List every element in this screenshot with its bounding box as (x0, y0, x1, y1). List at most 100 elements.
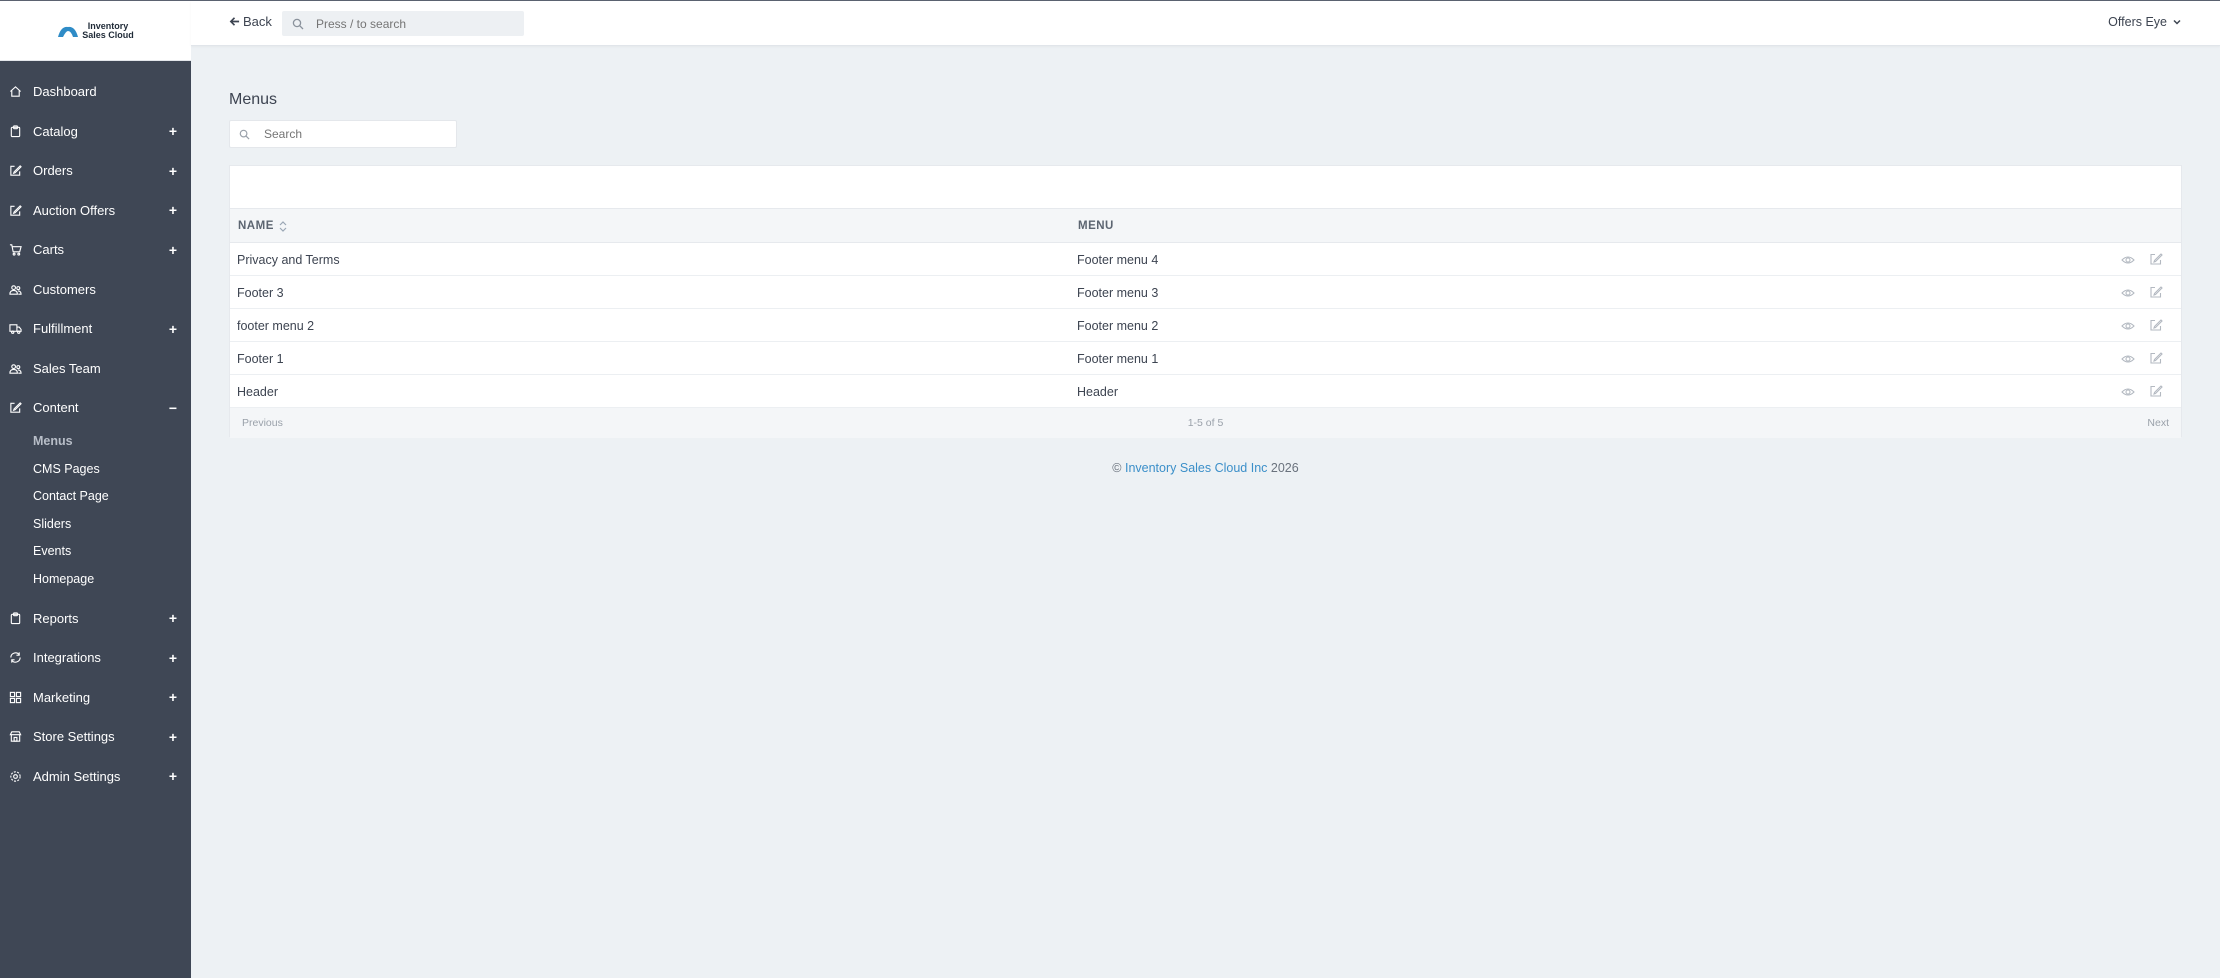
search-icon (239, 129, 250, 140)
sidebar-item-reports[interactable]: Reports + (0, 599, 191, 639)
edit-icon[interactable] (2149, 351, 2163, 365)
sidebar-item-customers[interactable]: Customers (0, 270, 191, 310)
clipboard-icon (8, 611, 22, 625)
sidebar-subitem-menus[interactable]: Menus (0, 428, 191, 456)
pagination: Previous 1-5 of 5 Next (230, 408, 2181, 438)
view-icon[interactable] (2121, 253, 2135, 267)
expand-icon[interactable]: + (169, 689, 177, 705)
sidebar-subitem-events[interactable]: Events (0, 538, 191, 566)
sidebar-subitem-sliders[interactable]: Sliders (0, 510, 191, 538)
table-header: NAME MENU (230, 208, 2181, 243)
sidebar-item-label: Orders (33, 163, 73, 179)
sidebar-item-carts[interactable]: Carts + (0, 230, 191, 270)
sidebar-item-admin-settings[interactable]: Admin Settings + (0, 757, 191, 797)
expand-icon[interactable]: + (169, 729, 177, 745)
column-header-menu: MENU (1078, 220, 1114, 232)
logo-area[interactable]: Inventory Sales Cloud (0, 1, 191, 61)
sidebar-item-label: Catalog (33, 123, 78, 139)
expand-icon[interactable]: + (169, 768, 177, 784)
arrow-left-icon (229, 17, 240, 26)
next-button[interactable]: Next (2147, 417, 2169, 429)
expand-icon[interactable]: + (169, 321, 177, 337)
store-icon (8, 730, 22, 744)
company-link[interactable]: Inventory Sales Cloud Inc (1125, 461, 1267, 475)
sidebar-item-label: Fulfillment (33, 321, 93, 337)
table-row: footer menu 2 Footer menu 2 (230, 309, 2181, 342)
edit-icon[interactable] (2149, 285, 2163, 299)
clipboard-icon (8, 124, 22, 138)
collapse-icon[interactable]: − (169, 400, 177, 416)
sidebar-item-label: Store Settings (33, 729, 115, 745)
sidebar: Inventory Sales Cloud Dashboard Catalog … (0, 1, 191, 978)
expand-icon[interactable]: + (169, 242, 177, 258)
sidebar-item-dashboard[interactable]: Dashboard (0, 72, 191, 112)
chevron-down-icon (2173, 19, 2181, 25)
users-icon (8, 282, 22, 296)
cell-menu: Header (1077, 385, 1118, 399)
sidebar-nav-lower: Reports + Integrations + Marketing + Sto… (0, 599, 191, 797)
global-search-input[interactable] (314, 15, 514, 32)
sidebar-subitem-homepage[interactable]: Homepage (0, 565, 191, 593)
sidebar-item-label: Integrations (33, 650, 101, 666)
home-icon (8, 85, 22, 99)
back-button[interactable]: Back (229, 14, 272, 29)
view-icon[interactable] (2121, 286, 2135, 300)
brand-name: Inventory Sales Cloud (82, 21, 134, 40)
expand-icon[interactable]: + (169, 123, 177, 139)
sidebar-item-label: Sales Team (33, 360, 101, 376)
edit-icon[interactable] (2149, 384, 2163, 398)
menus-search[interactable] (229, 120, 457, 148)
sidebar-item-label: Content (33, 400, 79, 416)
pagination-count: 1-5 of 5 (1187, 417, 1224, 429)
cell-menu: Footer menu 3 (1077, 286, 1159, 300)
view-icon[interactable] (2121, 319, 2135, 333)
sidebar-item-integrations[interactable]: Integrations + (0, 638, 191, 678)
sidebar-subitem-contact-page[interactable]: Contact Page (0, 483, 191, 511)
user-menu[interactable]: Offers Eye (2108, 15, 2182, 29)
edit-icon[interactable] (2149, 318, 2163, 332)
sidebar-item-catalog[interactable]: Catalog + (0, 112, 191, 152)
sidebar-subitem-cms-pages[interactable]: CMS Pages (0, 455, 191, 483)
cell-name: Privacy and Terms (237, 253, 340, 267)
sidebar-item-auction-offers[interactable]: Auction Offers + (0, 191, 191, 231)
sync-icon (8, 651, 22, 665)
expand-icon[interactable]: + (169, 650, 177, 666)
expand-icon[interactable]: + (169, 610, 177, 626)
brand-name-line2: Sales Cloud (82, 29, 134, 40)
copyright-symbol: © (1112, 461, 1122, 475)
column-header-name[interactable]: NAME (238, 220, 287, 232)
column-header-name-label: NAME (238, 220, 274, 232)
sidebar-item-orders[interactable]: Orders + (0, 151, 191, 191)
sidebar-item-fulfillment[interactable]: Fulfillment + (0, 309, 191, 349)
copyright-year: 2026 (1270, 461, 1299, 475)
page-title: Menus (229, 91, 278, 108)
sidebar-item-marketing[interactable]: Marketing + (0, 678, 191, 718)
cloud-logo-icon (58, 26, 79, 37)
sidebar-item-label: Auction Offers (33, 202, 116, 218)
grid-icon (8, 690, 22, 704)
edit-icon[interactable] (2149, 252, 2163, 266)
edit-icon (8, 203, 22, 217)
user-name: Offers Eye (2108, 15, 2167, 29)
cell-menu: Footer menu 1 (1077, 352, 1159, 366)
cell-name: Header (237, 385, 278, 399)
sidebar-item-label: Carts (33, 242, 65, 258)
view-icon[interactable] (2121, 352, 2135, 366)
expand-icon[interactable]: + (169, 202, 177, 218)
expand-icon[interactable]: + (169, 163, 177, 179)
brand-logo: Inventory Sales Cloud (57, 21, 134, 40)
view-icon[interactable] (2121, 385, 2135, 399)
users-icon (8, 361, 22, 375)
table-row: Footer 1 Footer menu 1 (230, 342, 2181, 375)
edit-icon (8, 164, 22, 178)
menus-search-input[interactable] (262, 126, 442, 142)
sort-icon (279, 220, 287, 232)
global-search[interactable] (282, 11, 524, 36)
edit-icon (8, 401, 22, 415)
gear-icon (8, 769, 22, 783)
sidebar-item-store-settings[interactable]: Store Settings + (0, 717, 191, 757)
sidebar-item-sales-team[interactable]: Sales Team (0, 349, 191, 389)
sidebar-item-content[interactable]: Content − (0, 388, 191, 428)
table-toolbar (230, 166, 2181, 208)
sidebar-item-label: Reports (33, 610, 79, 626)
